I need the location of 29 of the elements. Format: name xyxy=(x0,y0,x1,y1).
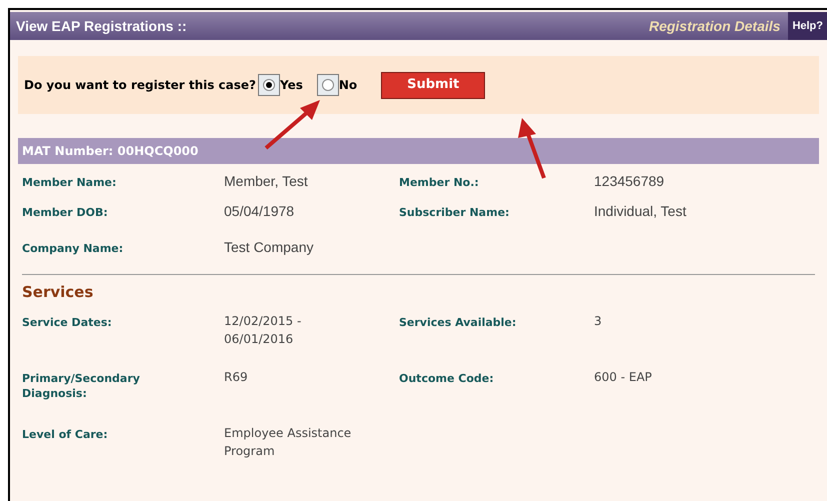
field-label: Level of Care: xyxy=(22,426,109,442)
field-label: Service Dates: xyxy=(22,314,113,330)
field-label: Subscriber Name: xyxy=(399,205,510,220)
field-label: Member DOB: xyxy=(22,205,109,220)
field-value: R69 xyxy=(224,368,249,386)
field-value: 123456789 xyxy=(594,172,666,190)
mat-header: MAT Number: 00HQCQ000 xyxy=(18,138,819,164)
field-value: 3 xyxy=(594,312,603,330)
field-value: 12/02/2015 - 06/01/2016 xyxy=(224,312,302,348)
field-value: Test Company xyxy=(224,238,314,256)
field-value: Member, Test xyxy=(224,172,309,190)
field-label: Outcome Code: xyxy=(399,370,495,386)
services-heading: Services xyxy=(22,282,94,303)
field-label: Services Available: xyxy=(399,314,518,330)
register-question: Do you want to register this case? xyxy=(24,77,256,94)
submit-button[interactable]: Submit xyxy=(381,72,486,98)
field-label: Member Name: xyxy=(22,175,118,190)
field-value: 05/04/1978 xyxy=(224,202,296,220)
radio-button[interactable] xyxy=(263,79,276,91)
page-title: View EAP Registrations :: xyxy=(16,16,187,36)
field-value: Individual, Test xyxy=(594,202,688,220)
field-label: Member No.: xyxy=(399,175,480,190)
section-title: Registration Details xyxy=(648,16,780,36)
field-label: Company Name: xyxy=(22,241,124,256)
help-link[interactable]: Help? xyxy=(788,12,827,40)
field-value: Employee Assistance Program xyxy=(224,424,352,460)
radio-button[interactable] xyxy=(322,79,334,91)
field-value: 600 - EAP xyxy=(594,368,653,386)
field-label: Primary/Secondary Diagnosis: xyxy=(22,370,141,400)
